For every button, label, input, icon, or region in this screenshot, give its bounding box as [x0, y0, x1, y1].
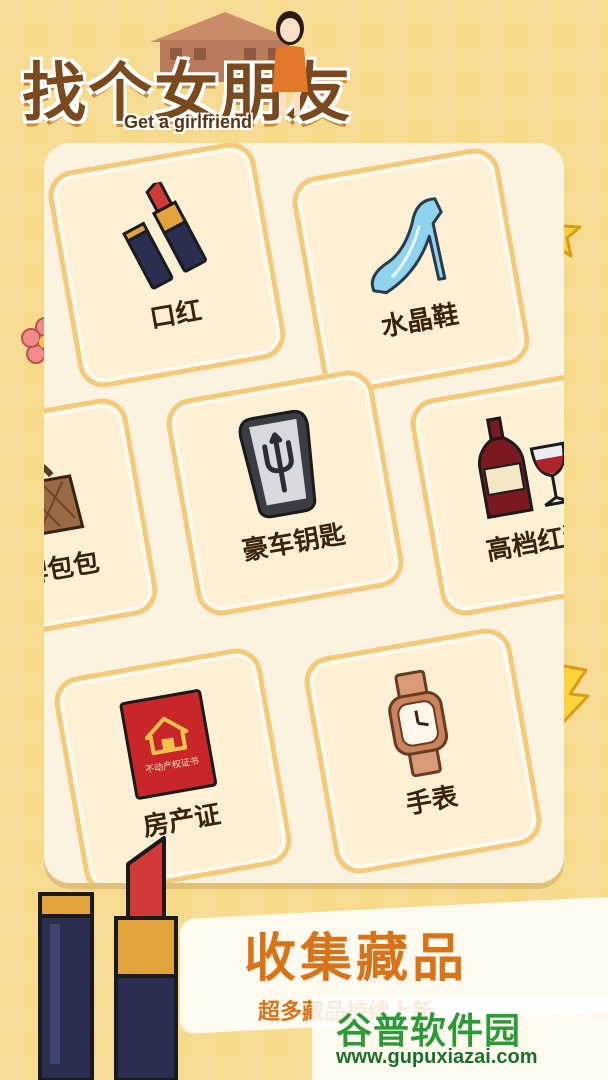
collection-card[interactable]: 高档红酒 — [406, 366, 564, 620]
car-key-icon — [238, 409, 317, 519]
collection-card[interactable]: 名牌包包 — [44, 394, 162, 648]
collection-card[interactable]: 水晶鞋 — [288, 144, 534, 398]
app-header: 找个女朋友 Get a girlfriend — [0, 0, 608, 140]
property-deed-icon: 不动产权证书 — [119, 689, 218, 800]
collection-card[interactable]: 手表 — [300, 624, 546, 878]
watermark-url: www.gupuxiazai.com — [336, 1046, 538, 1068]
banner-title: 收集藏品 — [244, 929, 469, 989]
collection-card[interactable]: 豪车钥匙 — [162, 366, 408, 620]
lipstick-icon — [121, 176, 207, 290]
handbag-icon — [44, 458, 85, 543]
wine-icon — [478, 416, 564, 520]
collection-panel: 口红 水晶鞋 名牌包包 豪车钥匙 高档红酒 不动产权证书 房产证 手表 — [44, 143, 564, 883]
watch-icon — [388, 669, 449, 778]
girl-character-icon — [272, 11, 308, 116]
app-subtitle: Get a girlfriend — [124, 112, 253, 132]
lipstick-icon — [38, 836, 178, 1080]
collection-card[interactable]: 口红 — [44, 143, 290, 392]
crystal-shoe-icon — [370, 197, 447, 295]
